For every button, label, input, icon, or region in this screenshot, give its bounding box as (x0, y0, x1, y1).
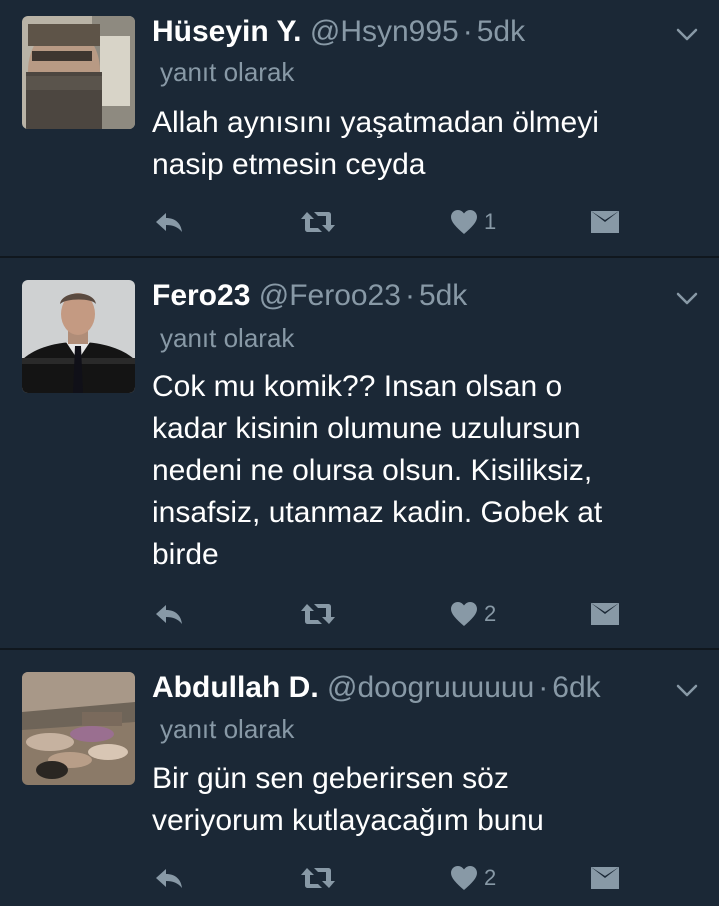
like-count: 1 (484, 209, 497, 234)
timestamp[interactable]: 6dk (552, 671, 600, 704)
like-count: 2 (484, 865, 497, 890)
tweet-text-line: birde (152, 538, 219, 571)
retweet-button[interactable] (300, 858, 336, 898)
tweet-actions: 1 (0, 202, 719, 242)
chevron-down-icon[interactable] (674, 24, 700, 44)
reply-context[interactable]: yanıt olarak (160, 56, 294, 88)
tweet-header: Abdullah D. @doogruuuuuu · 6dk (152, 670, 601, 706)
tweet-text-line: nedeni ne olursa olsun. Kisiliksiz, (152, 454, 593, 487)
tweet-text-line: Bir gün sen geberirsen söz (152, 762, 509, 795)
heart-icon (451, 866, 477, 890)
tweet-header: Fero23 @Feroo23 · 5dk (152, 278, 467, 314)
display-name[interactable]: Fero23 (152, 279, 250, 312)
reply-button[interactable] (154, 202, 184, 242)
timestamp[interactable]: 5dk (419, 279, 467, 312)
reply-icon (156, 213, 182, 232)
user-handle[interactable]: @Feroo23 (259, 279, 401, 312)
timestamp[interactable]: 5dk (477, 15, 525, 48)
heart-icon (451, 210, 477, 234)
tweet-text-line: insafsiz, utanmaz kadin. Gobek at (152, 496, 603, 529)
like-count: 2 (484, 601, 497, 626)
tweet-text-line: veriyorum kutlayacağım bunu (152, 804, 544, 837)
chevron-down-icon[interactable] (674, 288, 700, 308)
retweet-button[interactable] (300, 594, 336, 634)
like-button[interactable]: 2 (450, 858, 496, 898)
reply-button[interactable] (154, 594, 184, 634)
display-name[interactable]: Abdullah D. (152, 671, 319, 704)
direct-message-button[interactable] (590, 594, 620, 634)
like-button[interactable]: 2 (450, 594, 496, 634)
retweet-button[interactable] (300, 202, 336, 242)
display-name[interactable]: Hüseyin Y. (152, 15, 302, 48)
retweet-icon (301, 604, 335, 624)
tweet-text: Bir gün sen geberirsen söz veriyorum kut… (152, 758, 692, 842)
direct-message-button[interactable] (590, 202, 620, 242)
tweet-actions: 2 (0, 594, 719, 634)
reply-icon (156, 869, 182, 888)
chevron-down-icon[interactable] (674, 680, 700, 700)
reply-icon (156, 605, 182, 624)
avatar[interactable] (22, 16, 135, 129)
envelope-icon (591, 211, 619, 233)
tweet-text-line: kadar kisinin olumune uzulursun (152, 412, 581, 445)
tweet-text: Allah aynısını yaşatmadan ölmeyi nasip e… (152, 102, 692, 186)
avatar[interactable] (22, 280, 135, 393)
like-button[interactable]: 1 (450, 202, 496, 242)
reply-context[interactable]: yanıt olarak (160, 713, 294, 745)
retweet-icon (301, 212, 335, 232)
tweet[interactable]: Hüseyin Y. @Hsyn995 · 5dk yanıt olarak All… (0, 0, 719, 256)
heart-icon (451, 602, 477, 626)
reply-button[interactable] (154, 858, 184, 898)
tweet-header: Hüseyin Y. @Hsyn995 · 5dk (152, 14, 525, 50)
separator: · (462, 15, 473, 48)
avatar-image (22, 16, 135, 129)
envelope-icon (591, 867, 619, 889)
tweet-text-line: Cok mu komik?? Insan olsan o (152, 370, 563, 403)
avatar[interactable] (22, 672, 135, 785)
avatar-image (22, 280, 135, 393)
avatar-image (22, 672, 135, 785)
retweet-icon (301, 868, 335, 888)
user-handle[interactable]: @doogruuuuuu (327, 671, 534, 704)
reply-context[interactable]: yanıt olarak (160, 322, 294, 354)
tweet-text: Cok mu komik?? Insan olsan o kadar kisin… (152, 366, 692, 576)
separator: · (404, 279, 415, 312)
separator: · (538, 671, 549, 704)
tweet-actions: 2 (0, 858, 719, 898)
user-handle[interactable]: @Hsyn995 (310, 15, 459, 48)
tweet-text-line: Allah aynısını yaşatmadan ölmeyi (152, 106, 599, 139)
tweet[interactable]: Fero23 @Feroo23 · 5dk yanıt olarak Cok mu … (0, 258, 719, 648)
tweet-text-line: nasip etmesin ceyda (152, 148, 426, 181)
direct-message-button[interactable] (590, 858, 620, 898)
tweet[interactable]: Abdullah D. @doogruuuuuu · 6dk yanıt olara… (0, 650, 719, 906)
envelope-icon (591, 603, 619, 625)
